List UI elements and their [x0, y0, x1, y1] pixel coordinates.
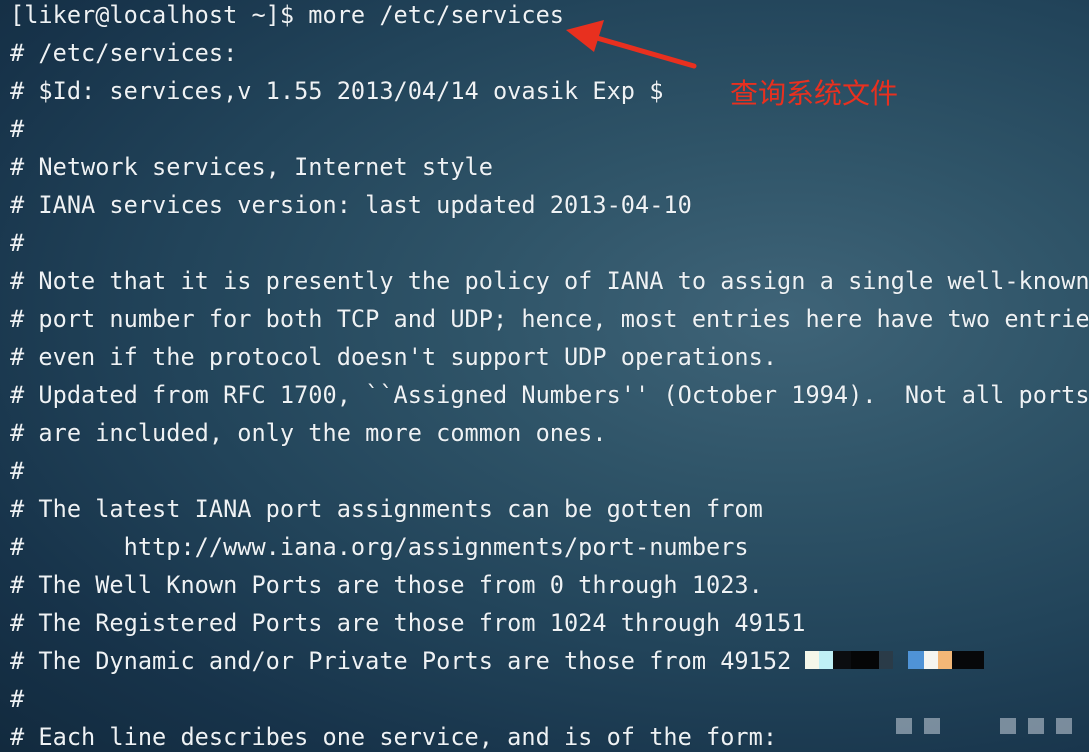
terminal-line: # port number for both TCP and UDP; henc…	[10, 305, 1089, 333]
terminal-line: # Network services, Internet style	[10, 153, 493, 181]
terminal-line: # The Dynamic and/or Private Ports are t…	[10, 647, 792, 675]
terminal-line: # The Well Known Ports are those from 0 …	[10, 571, 763, 599]
terminal-line: # $Id: services,v 1.55 2013/04/14 ovasik…	[10, 77, 664, 105]
terminal-line: # even if the protocol doesn't support U…	[10, 343, 778, 371]
terminal-line-prompt: [liker@localhost ~]$ more /etc/services	[10, 1, 564, 29]
terminal-line: #	[10, 457, 25, 485]
annotation-label: 查询系统文件	[730, 77, 899, 110]
terminal-line: #	[10, 229, 25, 257]
terminal-line: #	[10, 685, 25, 713]
terminal-line: # Note that it is presently the policy o…	[10, 267, 1089, 295]
terminal-window[interactable]: [liker@localhost ~]$ more /etc/services …	[0, 0, 1089, 752]
terminal-line: # The latest IANA port assignments can b…	[10, 495, 763, 523]
terminal-line: # The Registered Ports are those from 10…	[10, 609, 806, 637]
terminal-line: #	[10, 115, 25, 143]
terminal-line: # http://www.iana.org/assignments/port-n…	[10, 533, 749, 561]
terminal-line: # Each line describes one service, and i…	[10, 723, 778, 751]
terminal-line: # Updated from RFC 1700, ``Assigned Numb…	[10, 381, 1089, 409]
terminal-line: # /etc/services:	[10, 39, 238, 67]
terminal-line: # are included, only the more common one…	[10, 419, 607, 447]
annotation-arrow-icon	[566, 20, 697, 69]
terminal-line: # IANA services version: last updated 20…	[10, 191, 692, 219]
